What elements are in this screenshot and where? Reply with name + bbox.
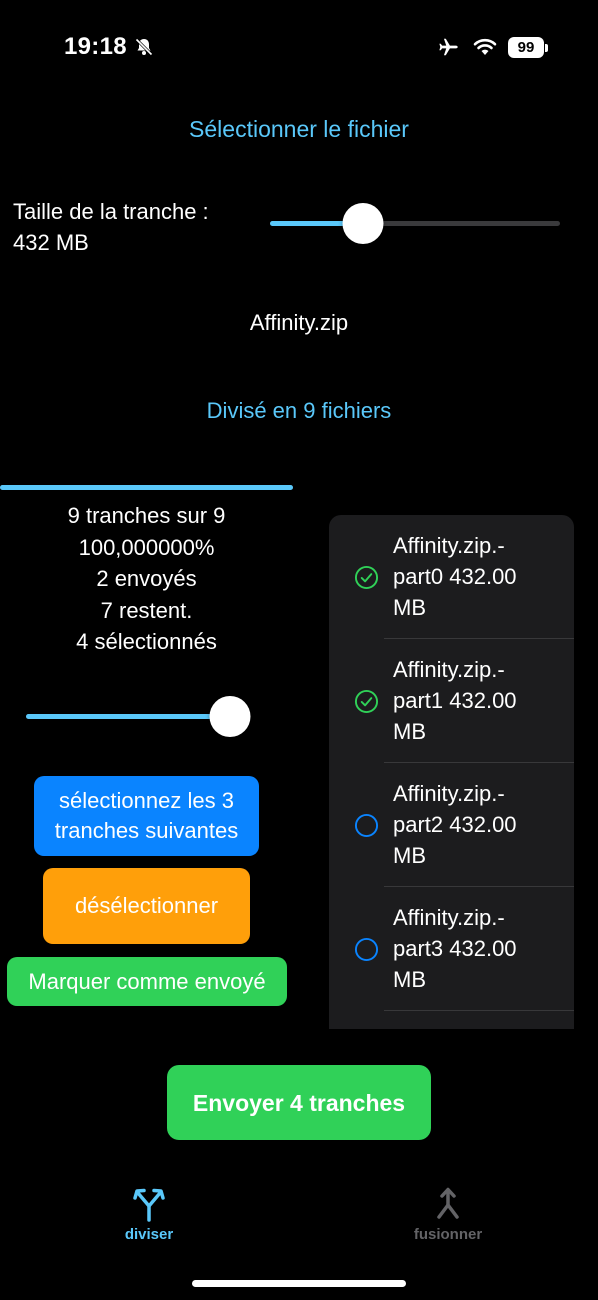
part-name: Affinity.zip.-: [393, 781, 505, 806]
split-arrows-icon: [133, 1188, 165, 1222]
part-name: Affinity.zip.-: [393, 657, 505, 682]
parts-list[interactable]: Affinity.zip.- part0 432.00 MB Affinity.…: [329, 515, 574, 1029]
part-size: part0 432.00: [393, 564, 517, 589]
status-icons: 99: [436, 36, 548, 58]
tab-diviser[interactable]: diviser: [110, 1186, 188, 1243]
deselect-button[interactable]: désélectionner: [43, 868, 250, 944]
slice-size-slider[interactable]: [270, 203, 560, 244]
send-slices-button[interactable]: Envoyer 4 tranches: [167, 1065, 431, 1140]
slice-size-value: 432 MB: [13, 230, 89, 255]
tab-fusionner[interactable]: fusionner: [398, 1186, 498, 1243]
status-time: 19:18: [64, 33, 127, 60]
empty-circle-icon[interactable]: [354, 937, 379, 962]
divided-info[interactable]: Divisé en 9 fichiers: [0, 398, 598, 424]
slices-count: 9 tranches sur 9: [67, 503, 226, 528]
divider: [384, 1010, 574, 1011]
slice-size-title: Taille de la tranche :: [13, 199, 209, 224]
selection-slider[interactable]: [26, 696, 251, 737]
percentage: 100,000000%: [78, 534, 215, 560]
bell-muted-icon: [135, 38, 153, 56]
home-indicator[interactable]: [192, 1280, 406, 1287]
mark-sent-button[interactable]: Marquer comme envoyé: [7, 957, 287, 1006]
merge-arrows-icon: [437, 1187, 459, 1219]
checkmark-circle-icon[interactable]: [354, 689, 379, 714]
file-name: Affinity.zip: [249, 310, 349, 335]
tab-fusionner-label: fusionner: [413, 1226, 483, 1243]
progress-bar: [0, 485, 293, 490]
part-size: part1 432.00: [393, 688, 517, 713]
part-unit: MB: [393, 595, 426, 620]
tab-diviser-label: diviser: [124, 1226, 174, 1243]
remaining-count: 7 restent.: [100, 597, 193, 623]
part-size: part3 432.00: [393, 936, 517, 961]
wifi-icon: [473, 38, 497, 55]
part-name: Affinity.zip.-: [393, 905, 505, 930]
stats-block: 9 tranches sur 9 100,000000% 2 envoyés 7…: [0, 500, 293, 658]
part-label: Affinity.zip.- part0 432.00 MB: [393, 530, 568, 623]
list-item[interactable]: Affinity.zip.- part0 432.00 MB: [329, 515, 574, 639]
list-item[interactable]: Affinity.zip.- part1 432.00 MB: [329, 639, 574, 763]
select-next-button[interactable]: sélectionnez les 3 tranches suivantes: [34, 776, 259, 856]
part-name: Affinity.zip.-: [393, 533, 505, 558]
airplane-icon: [439, 38, 458, 56]
part-label: Affinity.zip.- part3 432.00 MB: [393, 902, 568, 995]
select-file-button[interactable]: Sélectionner le fichier: [0, 116, 598, 143]
slider-thumb[interactable]: [209, 696, 251, 737]
part-size: part2 432.00: [393, 812, 517, 837]
part-label: Affinity.zip.- part1 432.00 MB: [393, 654, 568, 747]
battery-indicator: 99: [508, 36, 548, 58]
select-next-label-1: sélectionnez les 3: [59, 788, 234, 813]
sent-count: 2 envoyés: [96, 566, 197, 591]
part-unit: MB: [393, 843, 426, 868]
select-next-label-2: tranches suivantes: [54, 818, 239, 843]
slider-thumb[interactable]: [342, 203, 384, 244]
progress-fill: [0, 485, 293, 490]
part-unit: MB: [393, 719, 426, 744]
list-item[interactable]: Affinity.zip.- part3 432.00 MB: [329, 887, 574, 1011]
checkmark-circle-icon[interactable]: [354, 565, 379, 590]
list-item[interactable]: Affinity.zip.- part2 432.00 MB: [329, 763, 574, 887]
empty-circle-icon[interactable]: [354, 813, 379, 838]
part-unit: MB: [393, 967, 426, 992]
selected-count: 4 sélectionnés: [76, 629, 217, 654]
slice-size-label: Taille de la tranche : 432 MB: [13, 196, 209, 258]
part-label: Affinity.zip.- part2 432.00 MB: [393, 778, 568, 871]
